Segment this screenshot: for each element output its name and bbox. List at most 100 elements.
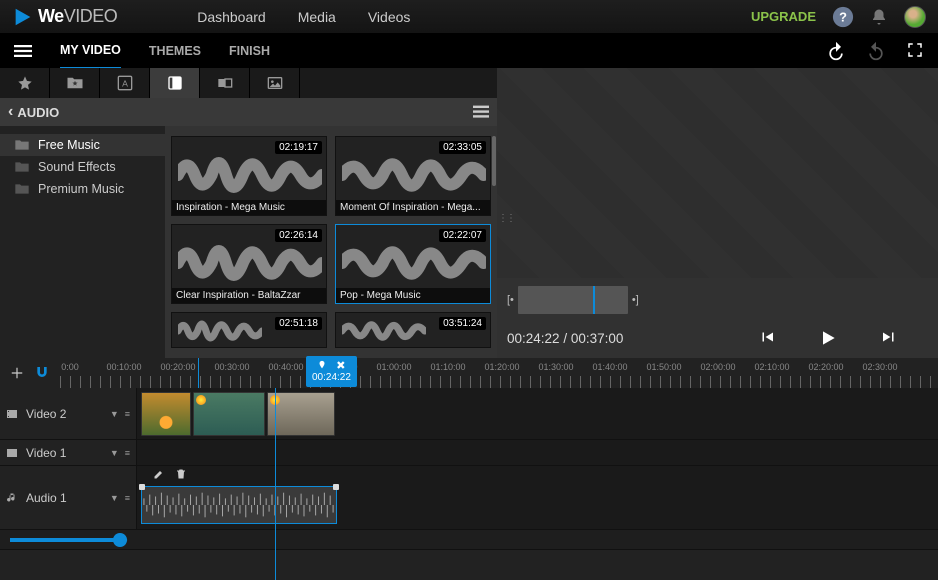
clip-title: Moment Of Inspiration - Mega...: [336, 200, 490, 215]
track-menu-icon[interactable]: ≡: [125, 448, 130, 458]
marker-icon: [317, 360, 327, 370]
ruler-tick: 0:00: [61, 362, 79, 372]
delete-icon[interactable]: [175, 468, 187, 480]
track-label: Audio 1: [26, 491, 67, 505]
play-icon[interactable]: [818, 328, 838, 348]
logo-video: VIDEO: [64, 6, 118, 27]
playhead[interactable]: [198, 358, 199, 388]
folder-premium-music[interactable]: Premium Music: [0, 178, 165, 200]
ruler-tick: 00:20:00: [160, 362, 195, 372]
tab-text[interactable]: A: [100, 68, 150, 98]
tab-my-video[interactable]: MY VIDEO: [60, 33, 121, 70]
track-menu-icon[interactable]: ≡: [125, 493, 130, 503]
preview-viewer: [497, 68, 938, 278]
track-menu-icon[interactable]: ≡: [125, 409, 130, 419]
clip-title: Clear Inspiration - BaltaZzar: [172, 288, 326, 303]
audio-clip[interactable]: 02:33:05 Moment Of Inspiration - Mega...: [335, 136, 491, 216]
undo-icon[interactable]: [826, 41, 846, 61]
bell-icon[interactable]: [870, 8, 888, 26]
track-label: Video 1: [26, 446, 66, 460]
ruler-tick: 02:10:00: [754, 362, 789, 372]
clip-duration: 02:22:07: [439, 229, 486, 242]
redo-icon[interactable]: [866, 41, 886, 61]
clip-title: Pop - Mega Music: [336, 288, 490, 303]
list-view-icon[interactable]: [473, 105, 489, 119]
svg-text:?: ?: [839, 9, 847, 24]
panel-title: AUDIO: [17, 105, 59, 120]
tab-favorites[interactable]: [0, 68, 50, 98]
help-icon[interactable]: ?: [832, 6, 854, 28]
trim-out-icon[interactable]: •]: [632, 294, 639, 306]
ruler-tick: 01:20:00: [484, 362, 519, 372]
folder-sound-effects[interactable]: Sound Effects: [0, 156, 165, 178]
nav-videos[interactable]: Videos: [368, 9, 411, 25]
ruler-tick: 02:30:00: [862, 362, 897, 372]
clip-duration: 03:51:24: [439, 317, 486, 330]
folder-label: Free Music: [38, 138, 100, 152]
clip-title: Inspiration - Mega Music: [172, 200, 326, 215]
tab-themes[interactable]: THEMES: [149, 34, 201, 68]
nav-dashboard[interactable]: Dashboard: [197, 9, 266, 25]
video-track-icon: [6, 408, 18, 420]
playhead-flag[interactable]: 00:24:22: [306, 356, 357, 387]
trim-in-icon[interactable]: [•: [507, 294, 514, 306]
timeline-ruler[interactable]: 00:24:22 0:0000:10:0000:20:0000:30:0000:…: [60, 358, 938, 388]
timeline-lane[interactable]: [137, 466, 938, 529]
audio-clip[interactable]: 02:19:17 Inspiration - Mega Music: [171, 136, 327, 216]
clip-duration: 02:26:14: [275, 229, 322, 242]
ruler-tick: 00:10:00: [106, 362, 141, 372]
audio-clip[interactable]: 02:26:14 Clear Inspiration - BaltaZzar: [171, 224, 327, 304]
menu-icon[interactable]: [14, 42, 32, 60]
logo-we: We: [38, 6, 64, 27]
audio-track-icon: [6, 492, 18, 504]
svg-text:A: A: [122, 78, 128, 88]
audio-clip-timeline[interactable]: [141, 486, 337, 524]
track-collapse-icon[interactable]: ▼: [110, 493, 119, 503]
ruler-tick: 01:40:00: [592, 362, 627, 372]
volume-slider[interactable]: [10, 538, 119, 542]
ruler-tick: 01:50:00: [646, 362, 681, 372]
playhead-time: 00:24:22: [312, 372, 351, 383]
video-clip[interactable]: [141, 392, 191, 436]
video-clip[interactable]: [193, 392, 265, 436]
tab-images[interactable]: [250, 68, 300, 98]
next-icon[interactable]: [880, 328, 898, 346]
magnet-icon[interactable]: [34, 365, 50, 381]
panel-drag-icon[interactable]: ⋮⋮: [498, 213, 514, 224]
nav-media[interactable]: Media: [298, 9, 336, 25]
tab-finish[interactable]: FINISH: [229, 34, 270, 68]
tab-folder-star[interactable]: [50, 68, 100, 98]
back-icon[interactable]: ‹: [8, 103, 13, 121]
ruler-tick: 01:10:00: [430, 362, 465, 372]
ruler-tick: 01:30:00: [538, 362, 573, 372]
folder-free-music[interactable]: Free Music: [0, 134, 165, 156]
track-label: Video 2: [26, 407, 66, 421]
trim-bar[interactable]: [518, 286, 628, 314]
folder-label: Premium Music: [38, 182, 124, 196]
ruler-tick: 02:00:00: [700, 362, 735, 372]
video-clip[interactable]: [267, 392, 335, 436]
wevideo-logo[interactable]: WeVIDEO: [12, 6, 117, 28]
add-track-icon[interactable]: [10, 366, 24, 380]
timeline-lane[interactable]: [137, 388, 938, 439]
clip-duration: 02:19:17: [275, 141, 322, 154]
clip-duration: 02:51:18: [275, 317, 322, 330]
cut-icon[interactable]: [335, 360, 345, 370]
audio-clip[interactable]: 02:51:18: [171, 312, 327, 348]
prev-icon[interactable]: [758, 328, 776, 346]
ruler-tick: 00:30:00: [214, 362, 249, 372]
track-collapse-icon[interactable]: ▼: [110, 448, 119, 458]
fullscreen-icon[interactable]: [906, 41, 924, 59]
track-collapse-icon[interactable]: ▼: [110, 409, 119, 419]
tab-transitions[interactable]: [200, 68, 250, 98]
ruler-tick: 01:00:00: [376, 362, 411, 372]
edit-icon[interactable]: [153, 468, 165, 480]
audio-clip-selected[interactable]: 02:22:07 Pop - Mega Music: [335, 224, 491, 304]
audio-clip[interactable]: 03:51:24: [335, 312, 491, 348]
upgrade-button[interactable]: UPGRADE: [751, 9, 816, 24]
tab-audio-media[interactable]: [150, 68, 200, 98]
timeline-lane[interactable]: [137, 440, 938, 465]
playhead-line[interactable]: [275, 388, 276, 580]
avatar[interactable]: [904, 6, 926, 28]
ruler-tick: 02:20:00: [808, 362, 843, 372]
